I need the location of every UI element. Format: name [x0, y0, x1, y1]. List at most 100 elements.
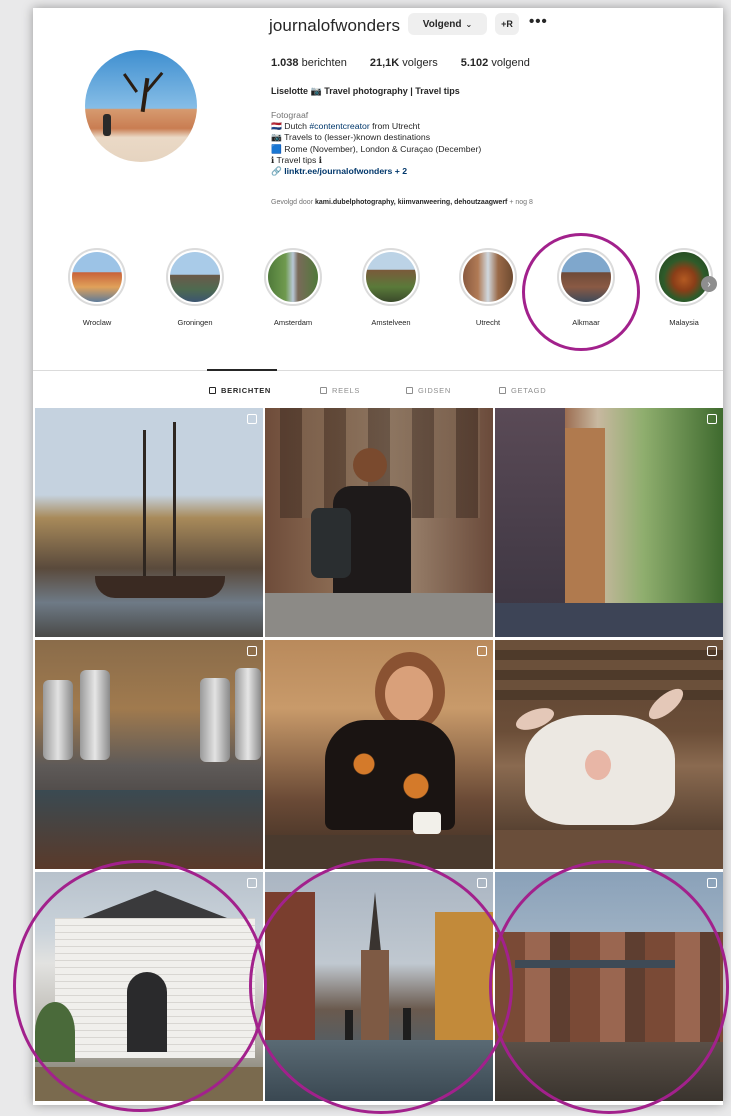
following-count[interactable]: 5.102 volgend: [461, 57, 530, 69]
post-brewery-interior[interactable]: [35, 640, 263, 869]
highlight-cover: [268, 252, 318, 302]
post-canal-street[interactable]: [495, 408, 723, 637]
posts-count: 1.038 berichten: [271, 57, 347, 69]
guide-icon: [406, 387, 413, 394]
highlight-label: Amstelveen: [371, 318, 411, 327]
brew-kettle: [235, 668, 261, 760]
post-harbor-ships[interactable]: [35, 408, 263, 637]
tabs-divider: [33, 370, 723, 371]
carousel-icon: [247, 878, 257, 888]
goat-nose: [585, 750, 611, 780]
tab-tagged[interactable]: GETAGD: [499, 386, 546, 395]
tab-label: REELS: [332, 386, 361, 395]
profile-stats: 1.038 berichten 21,1K volgers 5.102 volg…: [271, 57, 553, 69]
highlight-label: Utrecht: [475, 318, 501, 327]
tree-branch: [122, 73, 139, 93]
backpack-shape: [311, 508, 351, 578]
highlight-cover: [463, 252, 513, 302]
chevron-down-icon: ⌄: [465, 19, 473, 29]
highlight-ring: [362, 248, 420, 306]
chevron-right-icon[interactable]: ›: [701, 276, 717, 292]
ship-mast: [173, 422, 176, 582]
add-person-icon: +R: [501, 19, 513, 29]
followed-by-names: kami.dubelphotography, kiimvanweering, d…: [314, 199, 508, 206]
highlight-amstelveen[interactable]: Amstelveen: [351, 248, 431, 327]
profile-full-name: Liselotte 📷 Travel photography | Travel …: [271, 86, 460, 96]
highlight-ring: [68, 248, 126, 306]
bio-line: ℹ Travel tips ℹ: [271, 154, 323, 165]
person-head: [353, 448, 387, 482]
highlight-wroclaw[interactable]: Wroclaw: [57, 248, 137, 327]
profile-avatar[interactable]: [85, 50, 197, 162]
highlight-ring: [264, 248, 322, 306]
tagged-icon: [499, 387, 506, 394]
bio-text: from Utrecht: [369, 121, 420, 132]
bio-line: 🟦 Rome (November), London & Curaçao (Dec…: [271, 143, 482, 154]
following-button[interactable]: Volgend ⌄: [408, 13, 487, 35]
active-tab-indicator: [207, 369, 277, 371]
ship-mast: [143, 430, 146, 580]
followed-by-prefix: Gevolgd door: [271, 199, 315, 206]
posts-grid: [13, 408, 729, 1114]
brew-kettle: [43, 680, 73, 760]
bio-line: 🇳🇱 Dutch #contentcreator from Utrecht: [271, 121, 481, 132]
profile-card: journalofwonders Volgend ⌄ +R ••• 1.038 …: [13, 8, 729, 1114]
highlight-cover: [659, 252, 709, 302]
reels-icon: [320, 387, 327, 394]
highlight-utrecht[interactable]: Utrecht: [448, 248, 528, 327]
profile-username: journalofwonders: [269, 16, 401, 35]
tab-label: GETAGD: [511, 386, 547, 395]
profile-external-link[interactable]: 🔗 linktr.ee/journalofwonders + 2: [271, 166, 481, 177]
highlight-cover: [366, 252, 416, 302]
tab-label: GIDSEN: [418, 386, 451, 395]
cup-shape: [413, 812, 441, 834]
carousel-icon: [707, 878, 717, 888]
post-woman-backpack[interactable]: [265, 408, 493, 637]
followed-by-suffix: + nog 8: [507, 199, 533, 206]
highlight-cover: [170, 252, 220, 302]
tab-guides[interactable]: GIDSEN: [406, 386, 451, 395]
highlight-label: Groningen: [177, 318, 213, 327]
wooden-planks: [495, 640, 723, 700]
hashtag-link[interactable]: #contentcreator: [309, 121, 369, 131]
suggest-accounts-button[interactable]: +R: [495, 13, 519, 35]
highlight-label: Malaysia: [669, 318, 699, 327]
annotation-circle: [522, 233, 640, 351]
posts-count-value: 1.038: [271, 57, 299, 69]
carousel-icon: [247, 414, 257, 424]
highlight-ring: [459, 248, 517, 306]
bar-area: [35, 790, 263, 869]
brew-kettle: [80, 670, 110, 760]
person-shape: [103, 114, 111, 136]
highlight-ring: [166, 248, 224, 306]
reel-icon: [477, 646, 487, 656]
highlight-amsterdam[interactable]: Amsterdam: [253, 248, 333, 327]
carousel-icon: [707, 414, 717, 424]
carousel-icon: [707, 646, 717, 656]
profile-category: Fotograaf: [271, 110, 309, 120]
followed-by[interactable]: Gevolgd door kami.dubelphotography, kiim…: [271, 199, 533, 206]
tab-label: BERICHTEN: [221, 386, 272, 395]
highlight-groningen[interactable]: Groningen: [155, 248, 235, 327]
highlight-label: Wroclaw: [82, 318, 112, 327]
annotation-circle: [13, 860, 267, 1112]
followers-count-value: 21,1K: [369, 57, 400, 69]
posts-count-label: berichten: [301, 57, 347, 69]
more-options-icon[interactable]: •••: [529, 13, 548, 30]
tab-posts[interactable]: BERICHTEN: [209, 386, 271, 395]
post-woman-smiling[interactable]: [265, 640, 493, 869]
tab-reels[interactable]: REELS: [320, 386, 360, 395]
carousel-icon: [247, 646, 257, 656]
carousel-icon: [477, 878, 487, 888]
ship-hull: [95, 576, 225, 598]
brew-kettle: [200, 678, 230, 762]
bio-text: 🇳🇱 Dutch: [271, 121, 310, 132]
street: [495, 603, 723, 637]
highlight-label: Amsterdam: [273, 318, 313, 327]
following-count-label: volgend: [491, 57, 530, 69]
annotation-circle: [489, 860, 729, 1114]
highlight-cover: [72, 252, 122, 302]
grid-icon: [209, 387, 216, 394]
followers-count[interactable]: 21,1K volgers: [370, 57, 438, 69]
post-white-goat[interactable]: [495, 640, 723, 869]
